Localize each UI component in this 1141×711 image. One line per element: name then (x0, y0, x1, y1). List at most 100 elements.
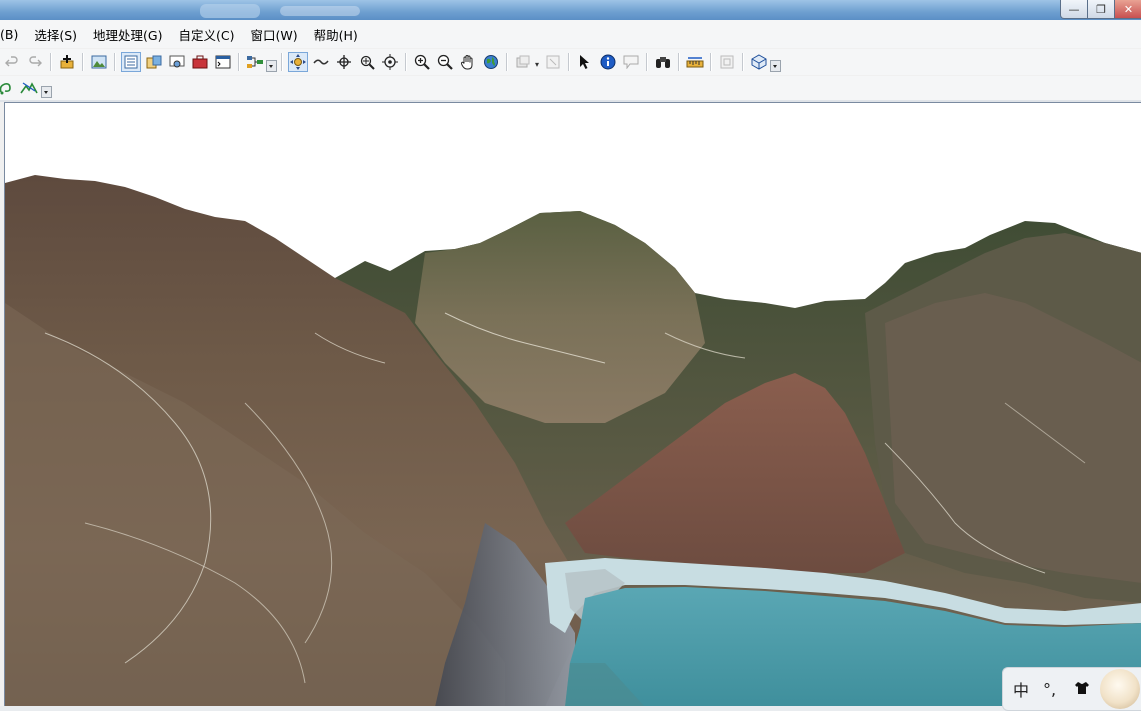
redo-button[interactable] (25, 52, 45, 72)
full-extent-button[interactable] (481, 52, 501, 72)
toolbar-separator (506, 53, 507, 71)
surface-analysis-tool[interactable] (19, 78, 39, 98)
target-center-tool[interactable] (334, 52, 354, 72)
toolbar-separator (678, 53, 679, 71)
ime-toolbar[interactable]: 中 °, (1002, 667, 1141, 711)
menu-geoprocessing[interactable]: 地理处理(G) (85, 25, 170, 44)
menu-help[interactable]: 帮助(H) (306, 25, 366, 44)
toolbar-separator (568, 53, 569, 71)
scene-view[interactable] (4, 102, 1141, 707)
navigate-icon (289, 54, 306, 70)
toolbar-overflow-dropdown[interactable] (770, 60, 781, 72)
table-of-contents-icon (124, 55, 137, 69)
model-builder-icon (246, 56, 263, 68)
toolbar-overflow-dropdown[interactable] (266, 60, 277, 72)
animation-icon (720, 55, 733, 69)
scene-properties-button[interactable] (749, 52, 769, 72)
animation-tool[interactable] (717, 52, 737, 72)
toolbar-separator (710, 53, 711, 71)
swirl-icon (0, 83, 11, 95)
arctoolbox-button[interactable] (190, 52, 210, 72)
catalog-icon (146, 55, 161, 69)
minimize-button[interactable]: — (1060, 0, 1088, 19)
close-button[interactable]: ✕ (1114, 0, 1141, 19)
zoom-in-tool[interactable] (412, 52, 432, 72)
set-observer-tool[interactable] (380, 52, 400, 72)
model-builder-button[interactable] (245, 52, 265, 72)
layer-properties-button[interactable] (89, 52, 109, 72)
add-data-icon (60, 55, 73, 69)
menu-windows[interactable]: 窗口(W) (242, 25, 305, 44)
status-strip (0, 706, 1141, 711)
ruler-icon (686, 57, 703, 68)
main-toolbar: ▾ (0, 49, 1141, 75)
select-graphics-tool[interactable] (513, 52, 533, 72)
select-features-icon (516, 55, 529, 68)
menu-bookmarks[interactable]: (B) (0, 27, 26, 42)
menu-bar: (B) 选择(S) 地理处理(G) 自定义(C) 窗口(W) 帮助(H) (0, 20, 1141, 48)
info-icon (600, 54, 615, 70)
globe-icon (483, 55, 498, 69)
catalog-button[interactable] (144, 52, 164, 72)
undo-icon (4, 56, 18, 67)
add-data-button[interactable] (57, 52, 77, 72)
georeferencing-tool[interactable] (0, 78, 16, 98)
close-icon: ✕ (1123, 2, 1134, 16)
zoom-target-icon (360, 55, 375, 70)
3d-cube-icon (751, 54, 766, 70)
terrain-3d-render[interactable] (5, 103, 1141, 707)
toolbar-separator (405, 53, 406, 71)
popup-icon (623, 55, 638, 69)
clear-selection-button[interactable] (543, 52, 563, 72)
zoom-out-tool[interactable] (435, 52, 455, 72)
toolbar-separator (114, 53, 115, 71)
clear-selection-icon (546, 55, 559, 69)
secondary-toolbar (0, 76, 1141, 100)
ime-language-toggle[interactable]: 中 (1013, 677, 1029, 701)
measure-tool[interactable] (685, 52, 705, 72)
menu-customize[interactable]: 自定义(C) (171, 25, 243, 44)
toolbar-overflow-dropdown[interactable] (40, 86, 52, 98)
maximize-button[interactable]: ❐ (1087, 0, 1115, 19)
minimize-icon: — (1068, 2, 1080, 16)
zoom-in-icon (414, 54, 430, 70)
toolbar-separator (238, 53, 239, 71)
table-of-contents-button[interactable] (120, 52, 141, 72)
maximize-icon: ❐ (1096, 2, 1106, 16)
title-bar-background (200, 4, 260, 18)
pan-tool[interactable] (458, 52, 478, 72)
arrow-pointer-icon (579, 55, 589, 69)
undo-button[interactable] (2, 52, 22, 72)
redo-icon (28, 56, 42, 67)
pan-hand-icon (460, 55, 472, 70)
menu-selection[interactable]: 选择(S) (26, 25, 85, 44)
crosshair-icon (336, 55, 351, 69)
binoculars-icon (655, 57, 670, 68)
toolbar-separator (82, 53, 83, 71)
toolbox-icon (192, 55, 207, 69)
ime-punctuation-toggle[interactable]: °, (1043, 680, 1056, 699)
select-elements-tool[interactable] (575, 52, 595, 72)
toolbar-separator (50, 53, 51, 71)
ime-avatar[interactable] (1100, 669, 1141, 709)
observer-icon (381, 54, 398, 70)
find-tool[interactable] (653, 52, 673, 72)
title-bar-background (280, 6, 360, 16)
map-picture-icon (91, 55, 106, 69)
identify-tool[interactable] (598, 52, 618, 72)
fly-icon (312, 59, 329, 65)
html-popup-tool[interactable] (621, 52, 641, 72)
fly-tool[interactable] (311, 52, 331, 72)
title-bar (0, 0, 1141, 20)
zoom-to-target-tool[interactable] (357, 52, 377, 72)
python-window-button[interactable] (213, 52, 233, 72)
zoom-out-icon (437, 54, 453, 70)
select-dropdown[interactable]: ▾ (533, 55, 541, 69)
command-window-icon (215, 55, 230, 69)
shirt-icon[interactable] (1074, 681, 1090, 698)
search-window-button[interactable] (167, 52, 187, 72)
toolbar-separator (742, 53, 743, 71)
toolbar-separator (646, 53, 647, 71)
terrain-line-icon (20, 82, 38, 94)
navigate-tool[interactable] (287, 52, 308, 72)
